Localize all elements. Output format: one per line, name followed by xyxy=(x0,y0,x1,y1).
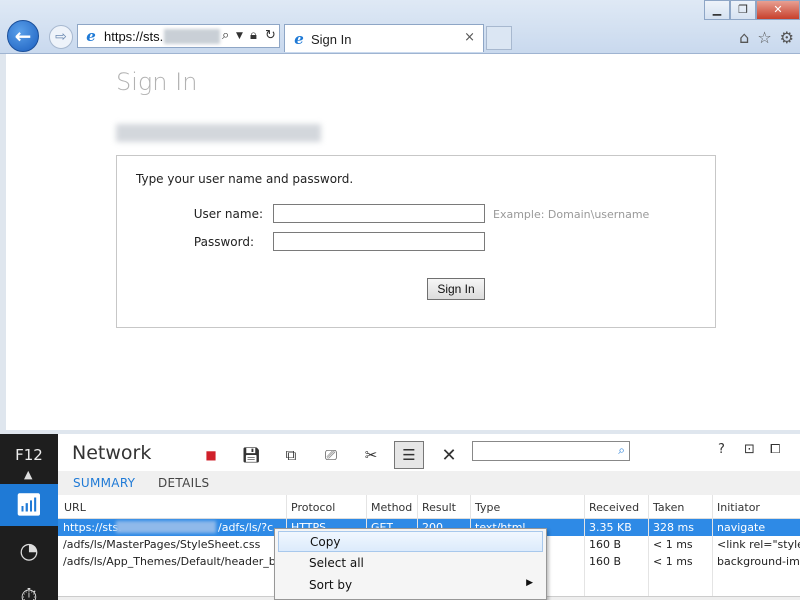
submenu-arrow-icon: ▶ xyxy=(526,578,533,588)
browser-tools: ⌂ ☆ ⚙ xyxy=(739,28,794,47)
search-icon[interactable]: ⌕ xyxy=(222,28,229,43)
devtools-sidebar: F12 ▲ 📶︎ ◔ ⏱︎ xyxy=(0,434,58,600)
menu-label: Select all xyxy=(309,556,364,570)
menu-item-select-all[interactable]: Select all xyxy=(278,553,543,574)
col-url[interactable]: URL xyxy=(64,501,86,514)
col-received[interactable]: Received xyxy=(589,501,639,514)
undock-icon[interactable]: ⧠ xyxy=(770,442,780,457)
username-hint: Example: Domain\username xyxy=(493,208,650,221)
import-icon[interactable]: ⧉ xyxy=(276,441,306,469)
forward-button[interactable]: ⇨ xyxy=(49,25,73,49)
address-bar[interactable]: e https://sts. ⌕ ▼ 🔒︎ ↻ xyxy=(77,24,280,48)
always-refresh-icon[interactable]: ☰ xyxy=(394,441,424,469)
username-label: User name: xyxy=(193,207,263,221)
grid-header: URL Protocol Method Result Type Received… xyxy=(58,495,800,519)
login-form: Type your user name and password. User n… xyxy=(116,155,716,328)
browser-chrome: ← ⇨ e https://sts. ⌕ ▼ 🔒︎ ↻ e Sign In × … xyxy=(0,0,800,54)
back-button[interactable]: ← xyxy=(7,20,39,52)
clear-sessions-icon[interactable]: ✕ xyxy=(434,441,464,469)
cell-received: 160 B xyxy=(589,538,622,551)
address-text: https://sts. xyxy=(104,29,164,44)
f12-label: F12 xyxy=(15,446,43,464)
favorites-icon[interactable]: ☆ xyxy=(757,28,771,47)
column-divider xyxy=(648,495,649,600)
page-title: Sign In xyxy=(116,68,198,96)
menu-item-copy[interactable]: Copy xyxy=(278,531,543,552)
tab-details[interactable]: DETAILS xyxy=(158,476,209,490)
page-content: Sign In Type your user name and password… xyxy=(0,54,800,430)
network-subtabs: SUMMARY DETAILS xyxy=(58,471,800,495)
col-taken[interactable]: Taken xyxy=(653,501,684,514)
network-search-input[interactable]: ⌕ xyxy=(472,441,630,461)
search-icon[interactable]: ⌕ xyxy=(618,443,625,458)
column-divider xyxy=(584,495,585,600)
cell-received: 3.35 KB xyxy=(589,521,632,534)
memory-clock-icon[interactable]: ⏱︎ xyxy=(0,576,58,600)
network-tool-icon[interactable]: 📶︎ xyxy=(0,484,58,526)
minimize-button[interactable]: ▁ xyxy=(704,0,730,20)
col-method[interactable]: Method xyxy=(371,501,412,514)
ie-logo-icon: e xyxy=(86,27,96,45)
cell-taken: < 1 ms xyxy=(653,555,693,568)
export-save-icon[interactable]: 💾︎ xyxy=(236,441,266,469)
tab-summary[interactable]: SUMMARY xyxy=(73,476,135,490)
form-intro: Type your user name and password. xyxy=(136,172,354,186)
tab-title: Sign In xyxy=(311,32,352,47)
tab-sign-in[interactable]: e Sign In × xyxy=(284,24,484,52)
forward-arrow-icon: ⇨ xyxy=(55,29,67,45)
cell-url: /adfs/ls/App_Themes/Default/header_bac..… xyxy=(63,555,283,568)
menu-label: Copy xyxy=(310,535,341,549)
ie-logo-icon: e xyxy=(294,30,304,48)
maximize-button[interactable]: ❐ xyxy=(730,0,756,20)
password-label: Password: xyxy=(193,235,254,249)
back-arrow-icon: ← xyxy=(14,24,32,48)
settings-gear-icon[interactable]: ⚙ xyxy=(780,28,794,47)
home-icon[interactable]: ⌂ xyxy=(739,28,749,47)
refresh-icon[interactable]: ↻ xyxy=(265,28,276,43)
sign-in-button[interactable]: Sign In xyxy=(427,278,485,300)
help-icon[interactable]: ? xyxy=(718,442,725,457)
col-protocol[interactable]: Protocol xyxy=(291,501,335,514)
col-initiator[interactable]: Initiator xyxy=(717,501,760,514)
cell-received: 160 B xyxy=(589,555,622,568)
username-field[interactable] xyxy=(273,204,485,223)
console-icon[interactable]: ⊡ xyxy=(744,442,755,457)
cell-initiator: navigate xyxy=(717,521,766,534)
performance-gauge-icon[interactable]: ◔ xyxy=(0,530,58,572)
redacted-address xyxy=(164,29,220,44)
cell-url: /adfs/ls/MasterPages/StyleSheet.css xyxy=(63,538,261,551)
column-divider xyxy=(712,495,713,600)
menu-label: Sort by xyxy=(309,578,353,592)
col-result[interactable]: Result xyxy=(422,501,456,514)
panel-title: Network xyxy=(72,442,152,464)
clear-on-navigate-icon[interactable]: ⎚ xyxy=(316,441,346,469)
cell-initiator: background-imag xyxy=(717,555,800,568)
cell-url: https://sts. xyxy=(63,521,122,534)
cell-taken: < 1 ms xyxy=(653,538,693,551)
clear-cache-icon[interactable]: ✂ xyxy=(356,441,386,469)
redacted-text xyxy=(116,124,321,142)
window-controls: ▁ ❐ ✕ xyxy=(704,0,800,20)
cell-initiator: <link rel="style... xyxy=(717,538,800,551)
password-field[interactable] xyxy=(273,232,485,251)
context-menu: Copy Select all Sort by ▶ xyxy=(274,528,547,600)
new-tab-button[interactable] xyxy=(486,26,512,50)
redacted-url xyxy=(116,521,216,533)
stop-recording-icon[interactable]: ■ xyxy=(196,441,226,469)
cell-taken: 328 ms xyxy=(653,521,694,534)
tab-close-icon[interactable]: × xyxy=(464,30,475,45)
lock-icon[interactable]: 🔒︎ xyxy=(250,28,257,43)
close-button[interactable]: ✕ xyxy=(756,0,800,20)
menu-item-sort-by[interactable]: Sort by ▶ xyxy=(278,575,543,596)
collapse-icon[interactable]: ▲ xyxy=(24,468,32,481)
col-type[interactable]: Type xyxy=(475,501,500,514)
dropdown-icon[interactable]: ▼ xyxy=(236,31,243,41)
